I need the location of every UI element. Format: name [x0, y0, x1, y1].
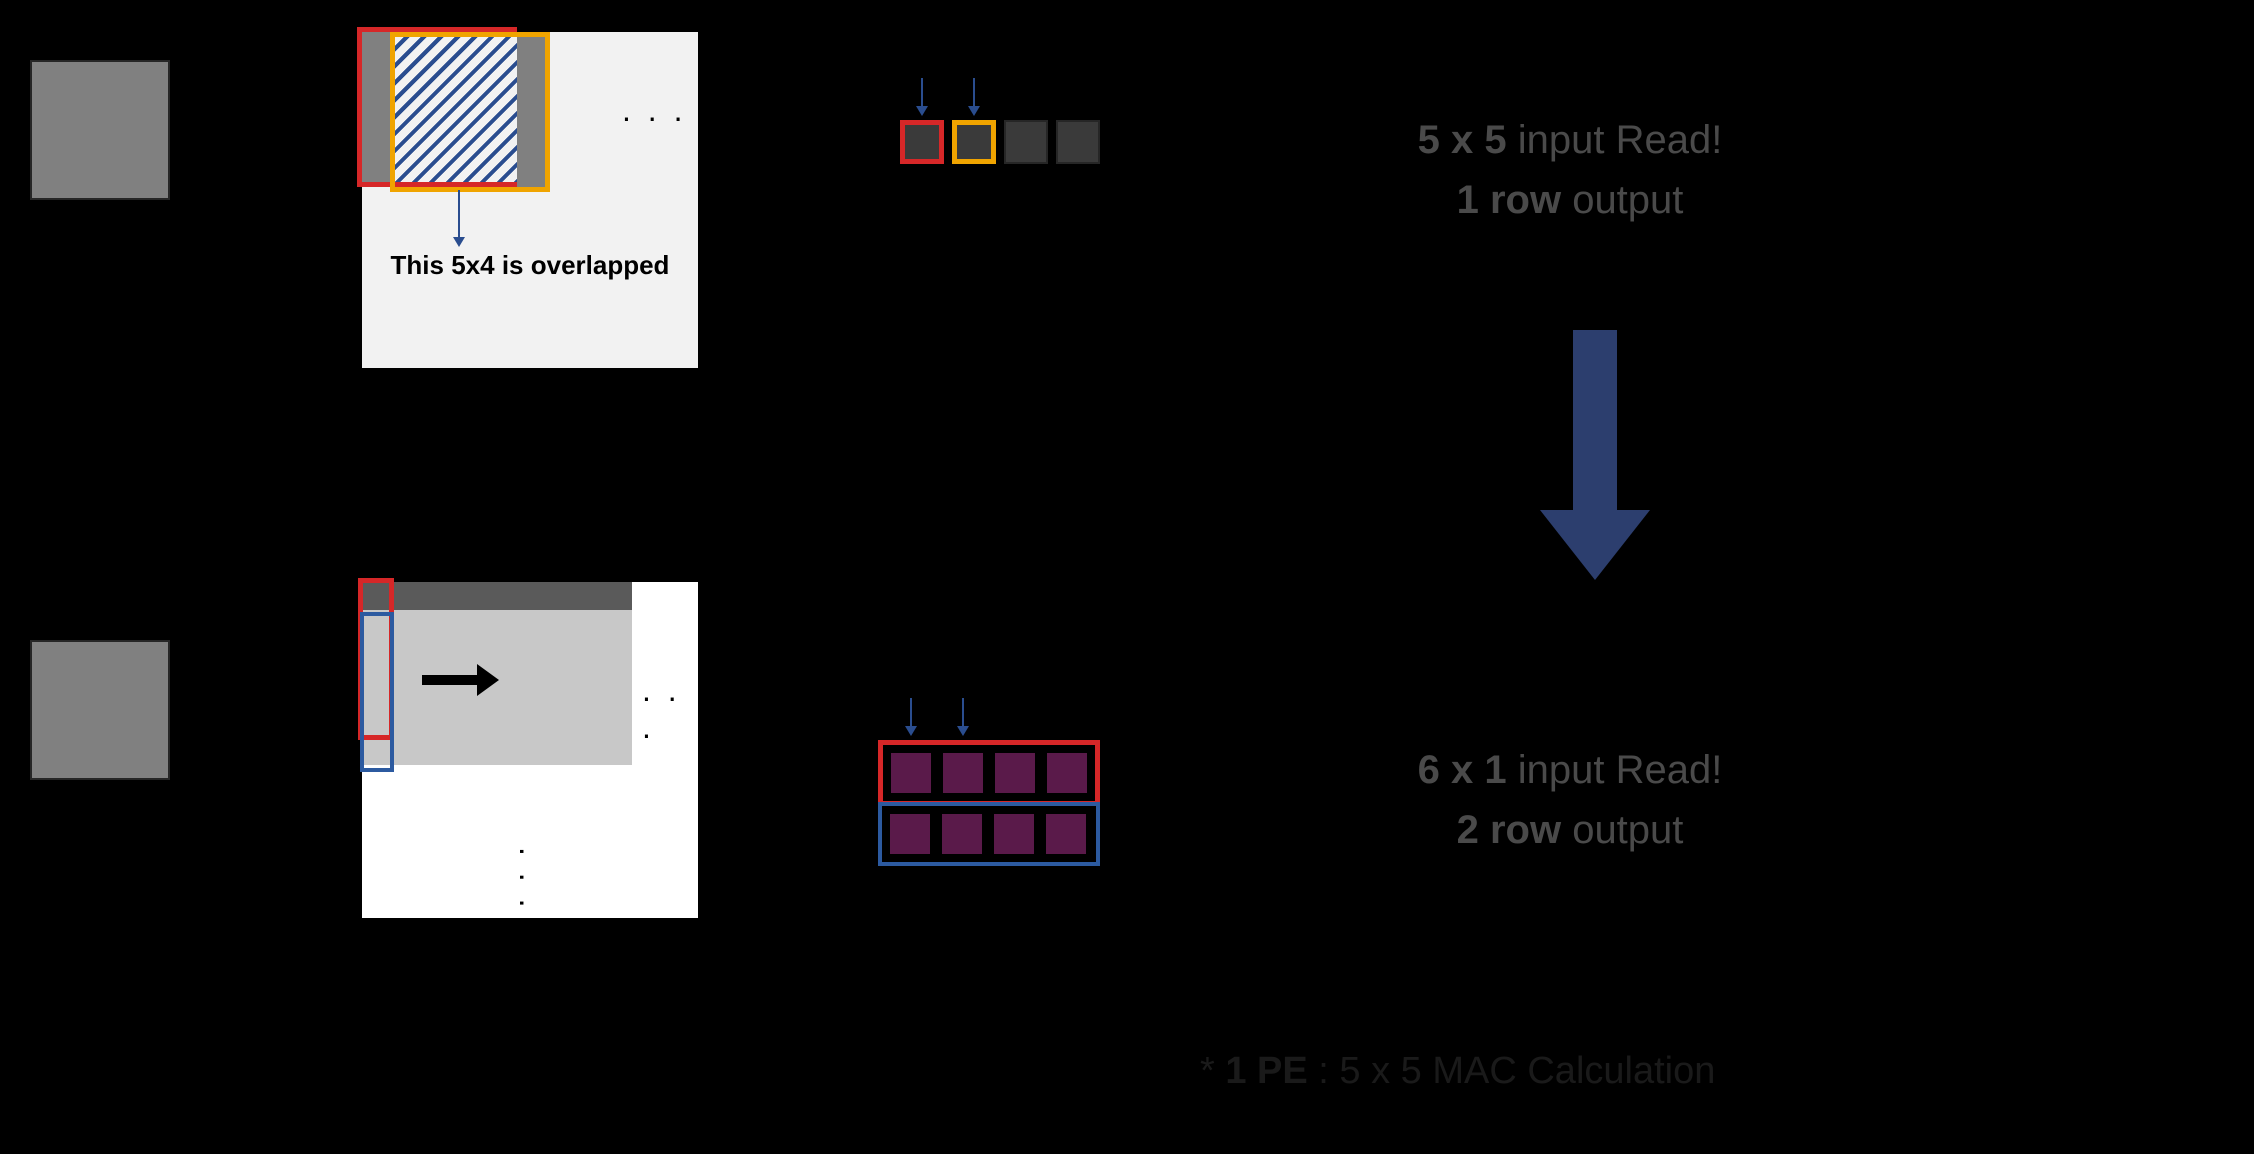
- text-top: 5 x 5 input Read! 1 row output: [1310, 110, 1830, 230]
- output-cell: [1004, 120, 1048, 164]
- footnote-rest: : 5 x 5 MAC Calculation: [1308, 1050, 1716, 1092]
- text-bottom-rest2: output: [1561, 808, 1683, 852]
- pe-cell: [888, 812, 932, 856]
- ellipsis-bottom-v: . . .: [512, 847, 549, 911]
- text-top-bold2: 1 row: [1457, 178, 1561, 222]
- text-bottom: 6 x 1 input Read! 2 row output: [1310, 740, 1830, 860]
- pe-cell: [1045, 751, 1089, 795]
- right-arrow-icon: [422, 664, 499, 696]
- darkgray-row-bottom: [362, 582, 632, 610]
- kernel-bottom: [30, 640, 170, 780]
- big-arrow-down-icon: [1540, 330, 1650, 580]
- text-top-bold1: 5 x 5: [1418, 118, 1507, 162]
- arrow-down-icon: [921, 78, 923, 114]
- yellow-window-top: [390, 32, 550, 192]
- pe-cell: [940, 812, 984, 856]
- pe-cell: [889, 751, 933, 795]
- pe-cell: [941, 751, 985, 795]
- output-bottom: [878, 740, 1100, 866]
- overlap-label: This 5x4 is overlapped: [370, 250, 690, 281]
- kernel-top: [30, 60, 170, 200]
- footnote-bold: 1 PE: [1225, 1050, 1307, 1092]
- blue-column-bottom: [360, 612, 394, 772]
- footnote-prefix: *: [1200, 1050, 1225, 1092]
- arrow-down-icon: [973, 78, 975, 114]
- output-row-red: [878, 740, 1100, 806]
- annotation-arrow-top: [458, 190, 460, 245]
- pe-cell: [992, 812, 1036, 856]
- pe-cell: [993, 751, 1037, 795]
- ellipsis-bottom-h: . . .: [642, 672, 698, 746]
- text-bottom-bold1: 6 x 1: [1418, 748, 1507, 792]
- footnote: * 1 PE : 5 x 5 MAC Calculation: [1200, 1050, 1715, 1093]
- output-top: [900, 120, 1100, 164]
- arrow-down-icon: [910, 698, 912, 734]
- pe-cell: [1044, 812, 1088, 856]
- text-top-rest2: output: [1561, 178, 1683, 222]
- text-top-rest1: input Read!: [1507, 118, 1723, 162]
- text-bottom-rest1: input Read!: [1507, 748, 1723, 792]
- output-cell: [1056, 120, 1100, 164]
- ellipsis-top-h: . . .: [622, 92, 686, 129]
- text-bottom-bold2: 2 row: [1457, 808, 1561, 852]
- output-cell-yellow: [952, 120, 996, 164]
- output-cell-red: [900, 120, 944, 164]
- arrow-down-icon: [962, 698, 964, 734]
- output-row-blue: [878, 802, 1100, 866]
- input-bottom: . . . . . .: [360, 580, 700, 920]
- input-top: . . . This 5x4 is overlapped: [360, 30, 700, 370]
